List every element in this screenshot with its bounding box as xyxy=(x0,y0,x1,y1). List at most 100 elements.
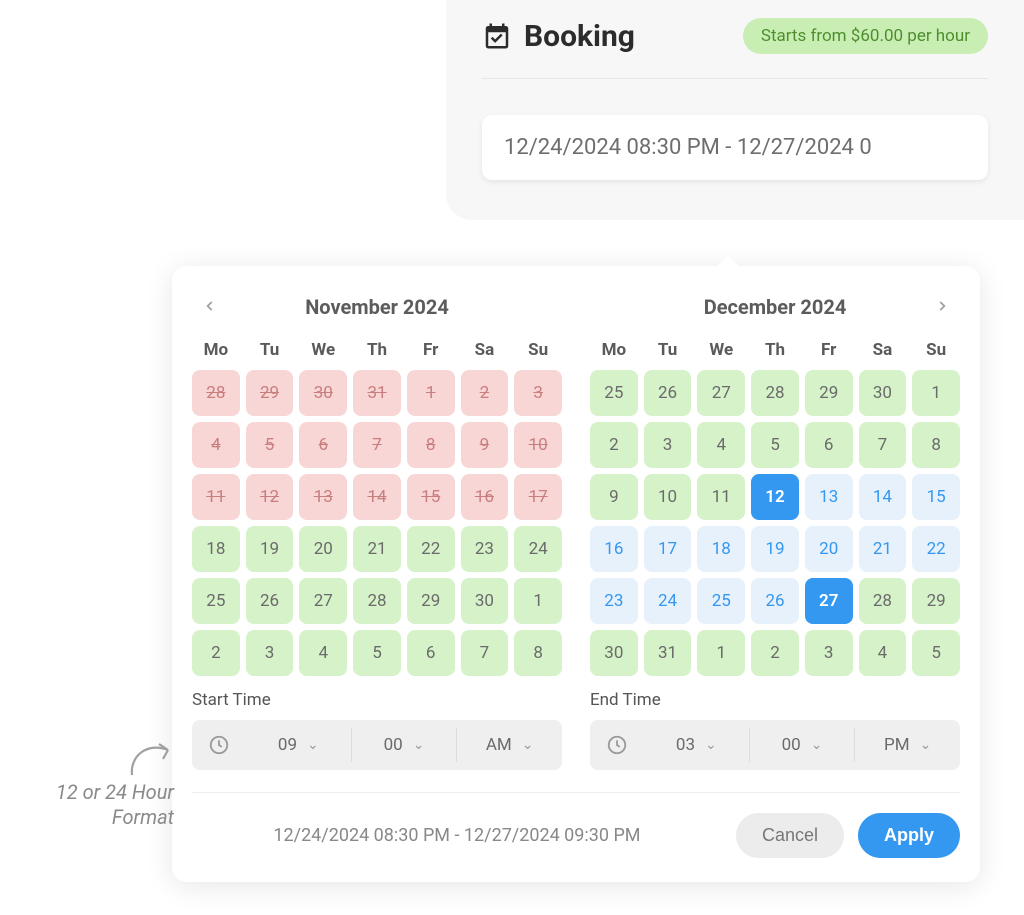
prev-month-button[interactable] xyxy=(198,294,222,318)
calendar-day[interactable]: 10 xyxy=(644,474,692,520)
calendar-day[interactable]: 17 xyxy=(644,526,692,572)
calendar-day: 29 xyxy=(246,370,294,416)
booking-panel: Booking Starts from $60.00 per hour 12/2… xyxy=(446,0,1024,220)
calendar-day[interactable]: 1 xyxy=(912,370,960,416)
calendar-day: 12 xyxy=(246,474,294,520)
calendar-day[interactable]: 29 xyxy=(407,578,455,624)
calendar-day[interactable]: 13 xyxy=(805,474,853,520)
calendar-day[interactable]: 6 xyxy=(407,630,455,676)
calendar-day[interactable]: 26 xyxy=(751,578,799,624)
calendar-day: 14 xyxy=(353,474,401,520)
calendar-day[interactable]: 30 xyxy=(461,578,509,624)
calendar-day[interactable]: 2 xyxy=(192,630,240,676)
weekday-header: Mo xyxy=(192,340,240,360)
cancel-button[interactable]: Cancel xyxy=(736,813,844,858)
popover-arrow xyxy=(716,255,740,267)
calendar-day[interactable]: 4 xyxy=(859,630,907,676)
calendar-day[interactable]: 25 xyxy=(697,578,745,624)
calendar-day[interactable]: 4 xyxy=(299,630,347,676)
weekday-header: Su xyxy=(912,340,960,360)
selected-range-display: 12/24/2024 08:30 PM - 12/27/2024 09:30 P… xyxy=(192,825,722,846)
calendar-day[interactable]: 1 xyxy=(697,630,745,676)
calendar-day[interactable]: 31 xyxy=(644,630,692,676)
calendar-day[interactable]: 2 xyxy=(751,630,799,676)
calendar-day[interactable]: 20 xyxy=(299,526,347,572)
calendar-day[interactable]: 7 xyxy=(859,422,907,468)
booking-title: Booking xyxy=(524,19,635,54)
chevron-down-icon: ⌄ xyxy=(413,737,425,753)
weekday-header: Tu xyxy=(246,340,294,360)
start-time-section: Start Time 09⌄ 00⌄ AM⌄ xyxy=(192,690,562,770)
calendar-day[interactable]: 5 xyxy=(912,630,960,676)
calendar-day[interactable]: 28 xyxy=(751,370,799,416)
month-title: December 2024 xyxy=(704,295,847,319)
start-minute-select[interactable]: 00⌄ xyxy=(351,728,457,762)
calendar-day[interactable]: 5 xyxy=(353,630,401,676)
calendar-day[interactable]: 29 xyxy=(805,370,853,416)
calendar-day[interactable]: 14 xyxy=(859,474,907,520)
calendar-day[interactable]: 23 xyxy=(461,526,509,572)
calendar-day[interactable]: 2 xyxy=(590,422,638,468)
clock-icon xyxy=(590,734,644,756)
calendar-day: 15 xyxy=(407,474,455,520)
calendar-day[interactable]: 27 xyxy=(697,370,745,416)
calendar-day: 30 xyxy=(299,370,347,416)
date-range-input[interactable]: 12/24/2024 08:30 PM - 12/27/2024 0 xyxy=(482,115,988,180)
start-period-select[interactable]: AM⌄ xyxy=(456,728,562,762)
calendar-day[interactable]: 28 xyxy=(353,578,401,624)
calendar-day[interactable]: 4 xyxy=(697,422,745,468)
start-hour-select[interactable]: 09⌄ xyxy=(246,728,351,762)
calendar-day[interactable]: 19 xyxy=(751,526,799,572)
calendar-day[interactable]: 19 xyxy=(246,526,294,572)
calendar-day[interactable]: 22 xyxy=(912,526,960,572)
calendar-day: 8 xyxy=(407,422,455,468)
calendar-day[interactable]: 28 xyxy=(859,578,907,624)
calendar-day[interactable]: 22 xyxy=(407,526,455,572)
calendar-day[interactable]: 21 xyxy=(353,526,401,572)
calendar-day: 10 xyxy=(514,422,562,468)
calendar-month: December 2024MoTuWeThFrSaSu2526272829301… xyxy=(590,292,960,682)
calendar-day[interactable]: 3 xyxy=(246,630,294,676)
calendar-day[interactable]: 5 xyxy=(751,422,799,468)
calendar-day[interactable]: 30 xyxy=(859,370,907,416)
calendar-day[interactable]: 3 xyxy=(644,422,692,468)
calendar-day[interactable]: 25 xyxy=(590,370,638,416)
weekday-header: Fr xyxy=(805,340,853,360)
calendar-day[interactable]: 27 xyxy=(299,578,347,624)
calendar-day[interactable]: 23 xyxy=(590,578,638,624)
calendar-day[interactable]: 30 xyxy=(590,630,638,676)
calendar-day[interactable]: 21 xyxy=(859,526,907,572)
weekday-header: Sa xyxy=(461,340,509,360)
calendar-day[interactable]: 24 xyxy=(644,578,692,624)
calendar-day[interactable]: 8 xyxy=(514,630,562,676)
calendar-day[interactable]: 26 xyxy=(644,370,692,416)
calendar-day[interactable]: 7 xyxy=(461,630,509,676)
calendar-day[interactable]: 12 xyxy=(751,474,799,520)
calendar-day[interactable]: 1 xyxy=(514,578,562,624)
calendar-day[interactable]: 6 xyxy=(805,422,853,468)
calendar-day[interactable]: 27 xyxy=(805,578,853,624)
calendar-day: 28 xyxy=(192,370,240,416)
weekday-header: Mo xyxy=(590,340,638,360)
calendar-day[interactable]: 9 xyxy=(590,474,638,520)
apply-button[interactable]: Apply xyxy=(858,813,960,858)
weekday-header: We xyxy=(299,340,347,360)
calendar-day[interactable]: 24 xyxy=(514,526,562,572)
calendar-day[interactable]: 18 xyxy=(192,526,240,572)
end-period-select[interactable]: PM⌄ xyxy=(854,728,960,762)
next-month-button[interactable] xyxy=(930,294,954,318)
calendar-day[interactable]: 16 xyxy=(590,526,638,572)
calendar-day[interactable]: 11 xyxy=(697,474,745,520)
calendar-day[interactable]: 18 xyxy=(697,526,745,572)
calendar-day[interactable]: 26 xyxy=(246,578,294,624)
calendar-day[interactable]: 25 xyxy=(192,578,240,624)
calendar-day[interactable]: 3 xyxy=(805,630,853,676)
calendar-day[interactable]: 15 xyxy=(912,474,960,520)
calendar-day[interactable]: 8 xyxy=(912,422,960,468)
weekday-header: Th xyxy=(353,340,401,360)
calendar-day: 16 xyxy=(461,474,509,520)
calendar-day[interactable]: 29 xyxy=(912,578,960,624)
calendar-day[interactable]: 20 xyxy=(805,526,853,572)
end-hour-select[interactable]: 03⌄ xyxy=(644,728,749,762)
end-minute-select[interactable]: 00⌄ xyxy=(749,728,855,762)
